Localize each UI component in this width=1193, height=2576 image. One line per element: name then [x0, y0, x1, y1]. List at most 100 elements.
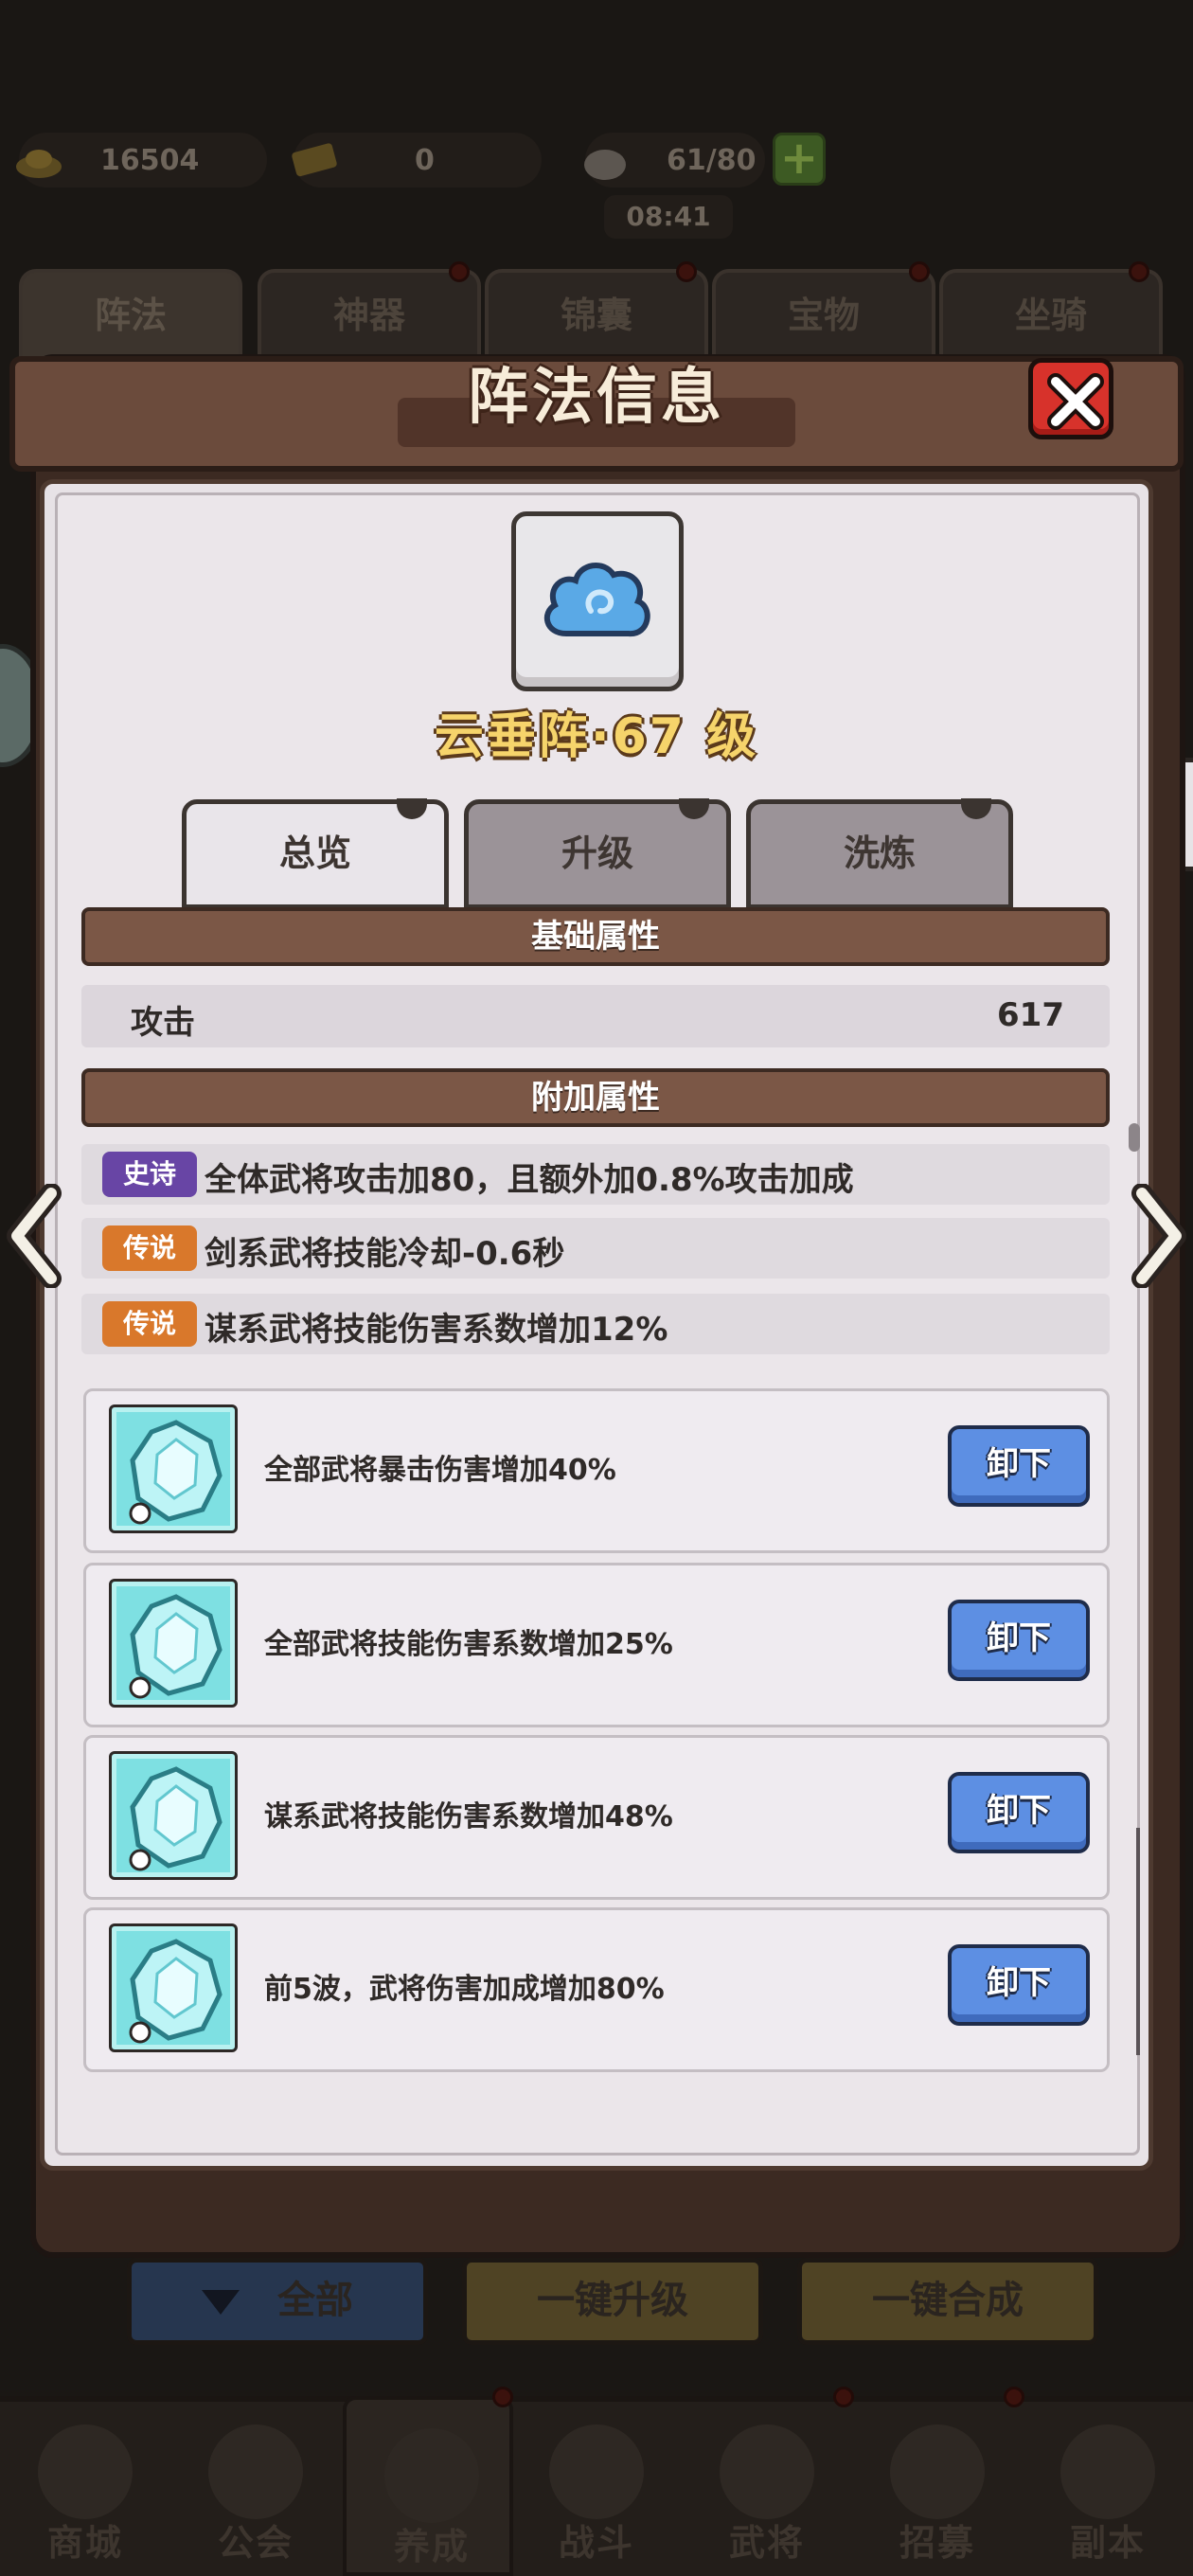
nav-dungeon-label: 副本 — [1069, 2522, 1146, 2564]
rarity-badge-epic: 史诗 — [102, 1152, 197, 1197]
extra-attr-row: 传说 谋系武将技能伤害系数增加12% — [81, 1294, 1110, 1354]
tab-strategy-bag[interactable]: 锦囊 — [485, 269, 708, 364]
helmet-icon — [720, 2424, 814, 2519]
gem-icon — [129, 1594, 223, 1699]
extra-attr-row: 传说 剑系武将技能冷却-0.6秒 — [81, 1218, 1110, 1279]
unequip-button[interactable]: 卸下 — [948, 1425, 1090, 1507]
nav-generals-label: 武将 — [728, 2522, 805, 2564]
tab-formation-label: 阵法 — [94, 295, 167, 336]
next-arrow-icon[interactable] — [1129, 1184, 1189, 1288]
scrollbar-thumb[interactable] — [1129, 1123, 1140, 1152]
nav-guild-label: 公会 — [217, 2522, 294, 2564]
nav-develop-label: 养成 — [393, 2526, 470, 2567]
one-click-upgrade-label: 一键升级 — [537, 2279, 688, 2322]
close-icon — [1047, 373, 1104, 430]
nav-generals[interactable]: 武将 — [682, 2396, 852, 2576]
extra-attr-row: 史诗 全体武将攻击加80，且额外加0.8%攻击加成 — [81, 1144, 1110, 1205]
prev-arrow-icon[interactable] — [4, 1184, 64, 1288]
nav-recruit[interactable]: 招募 — [852, 2396, 1023, 2576]
tab-overview[interactable]: 总览 — [182, 798, 449, 909]
rarity-badge-legend: 传说 — [102, 1301, 197, 1347]
one-click-merge-button[interactable]: 一键合成 — [797, 2258, 1098, 2345]
gold-counter: 16504 — [16, 133, 267, 188]
formation-name-level: 云垂阵·67 级 — [434, 708, 759, 765]
unequip-button[interactable]: 卸下 — [948, 1944, 1090, 2026]
gold-value: 16504 — [100, 143, 200, 177]
gem-icon — [129, 1420, 223, 1525]
tab-mount[interactable]: 坐骑 — [939, 269, 1163, 364]
tab-mount-label: 坐骑 — [1014, 295, 1087, 336]
rarity-badge-legend: 传说 — [102, 1225, 197, 1271]
tab-strategy-bag-label: 锦囊 — [560, 295, 632, 336]
gem-slot — [109, 1404, 238, 1533]
extra-attr-text: 谋系武将技能伤害系数增加12% — [205, 1311, 668, 1349]
notification-dot — [676, 261, 697, 282]
gem-card: 谋系武将技能伤害系数增加48% 卸下 — [83, 1735, 1110, 1900]
base-stat-row: 攻击 617 — [81, 985, 1110, 1047]
tab-artifact[interactable]: 神器 — [258, 269, 481, 364]
gem-description: 谋系武将技能伤害系数增加48% — [264, 1800, 673, 1834]
notification-dot — [833, 2387, 854, 2407]
tab-formation[interactable]: 阵法 — [19, 269, 242, 364]
tab-upgrade-label: 升级 — [561, 832, 633, 874]
unequip-button[interactable]: 卸下 — [948, 1600, 1090, 1681]
unequip-button[interactable]: 卸下 — [948, 1772, 1090, 1853]
tab-pip — [679, 798, 709, 819]
game-screen: 16504 0 61/80 + 08:41 阵法 神器 锦囊 宝物 坐骑 全部 … — [0, 0, 1193, 2576]
one-click-upgrade-button[interactable]: 一键升级 — [462, 2258, 763, 2345]
nav-dungeon[interactable]: 副本 — [1023, 2396, 1193, 2576]
nav-battle[interactable]: 战斗 — [511, 2396, 682, 2576]
stat-value: 617 — [997, 996, 1064, 1034]
gold-ingot-icon — [16, 150, 62, 178]
stamina-timer: 08:41 — [604, 195, 733, 239]
nav-shop-label: 商城 — [46, 2522, 123, 2564]
notification-dot — [492, 2387, 513, 2407]
gem-description: 全部武将暴击伤害增加40% — [264, 1454, 616, 1487]
modal-title: 阵法信息 — [468, 363, 725, 433]
tab-upgrade[interactable]: 升级 — [464, 798, 731, 909]
stat-label: 攻击 — [131, 1004, 195, 1042]
tab-artifact-label: 神器 — [332, 295, 405, 336]
tab-refine[interactable]: 洗炼 — [746, 798, 1013, 909]
formation-icon-box — [511, 511, 684, 691]
base-attributes-header: 基础属性 — [81, 907, 1110, 966]
develop-icon — [384, 2428, 479, 2523]
recruit-icon — [890, 2424, 985, 2519]
gem-slot — [109, 1923, 238, 2052]
ticket-icon — [292, 143, 337, 177]
tab-treasure-label: 宝物 — [787, 295, 860, 336]
nav-guild[interactable]: 公会 — [170, 2396, 341, 2576]
gem-icon — [129, 1766, 223, 1871]
cloud-icon — [543, 563, 650, 636]
gem-description: 前5波，武将伤害加成增加80% — [264, 1973, 665, 2006]
tab-overview-label: 总览 — [278, 832, 351, 874]
bun-icon — [584, 150, 626, 180]
close-button[interactable] — [1028, 358, 1113, 439]
triangle-down-icon — [202, 2290, 240, 2315]
tab-treasure[interactable]: 宝物 — [712, 269, 935, 364]
gem-description: 全部武将技能伤害系数增加25% — [264, 1628, 673, 1661]
shop-icon — [38, 2424, 133, 2519]
extra-attr-text: 全体武将攻击加80，且额外加0.8%攻击加成 — [205, 1161, 854, 1199]
gem-slot — [109, 1751, 238, 1880]
gem-card: 前5波，武将伤害加成增加80% 卸下 — [83, 1907, 1110, 2072]
tab-refine-label: 洗炼 — [843, 832, 916, 874]
notification-dot — [1129, 261, 1149, 282]
gem-slot — [109, 1579, 238, 1708]
tab-pip — [397, 798, 427, 819]
guild-icon — [208, 2424, 303, 2519]
nav-recruit-label: 招募 — [899, 2522, 975, 2564]
filter-all-label: 全部 — [277, 2279, 353, 2322]
tab-pip — [961, 798, 991, 819]
nav-develop[interactable]: 养成 — [343, 2396, 513, 2576]
add-stamina-button[interactable]: + — [773, 133, 826, 186]
notification-dot — [909, 261, 930, 282]
one-click-merge-label: 一键合成 — [872, 2279, 1024, 2322]
gem-card: 全部武将技能伤害系数增加25% 卸下 — [83, 1563, 1110, 1727]
filter-all-button[interactable]: 全部 — [127, 2258, 428, 2345]
nav-shop[interactable]: 商城 — [0, 2396, 170, 2576]
stamina-counter: 61/80 — [584, 133, 765, 188]
scrollbar-track[interactable] — [1136, 1828, 1140, 2055]
ticket-counter: 0 — [292, 133, 542, 188]
gem-icon — [129, 1939, 223, 2044]
